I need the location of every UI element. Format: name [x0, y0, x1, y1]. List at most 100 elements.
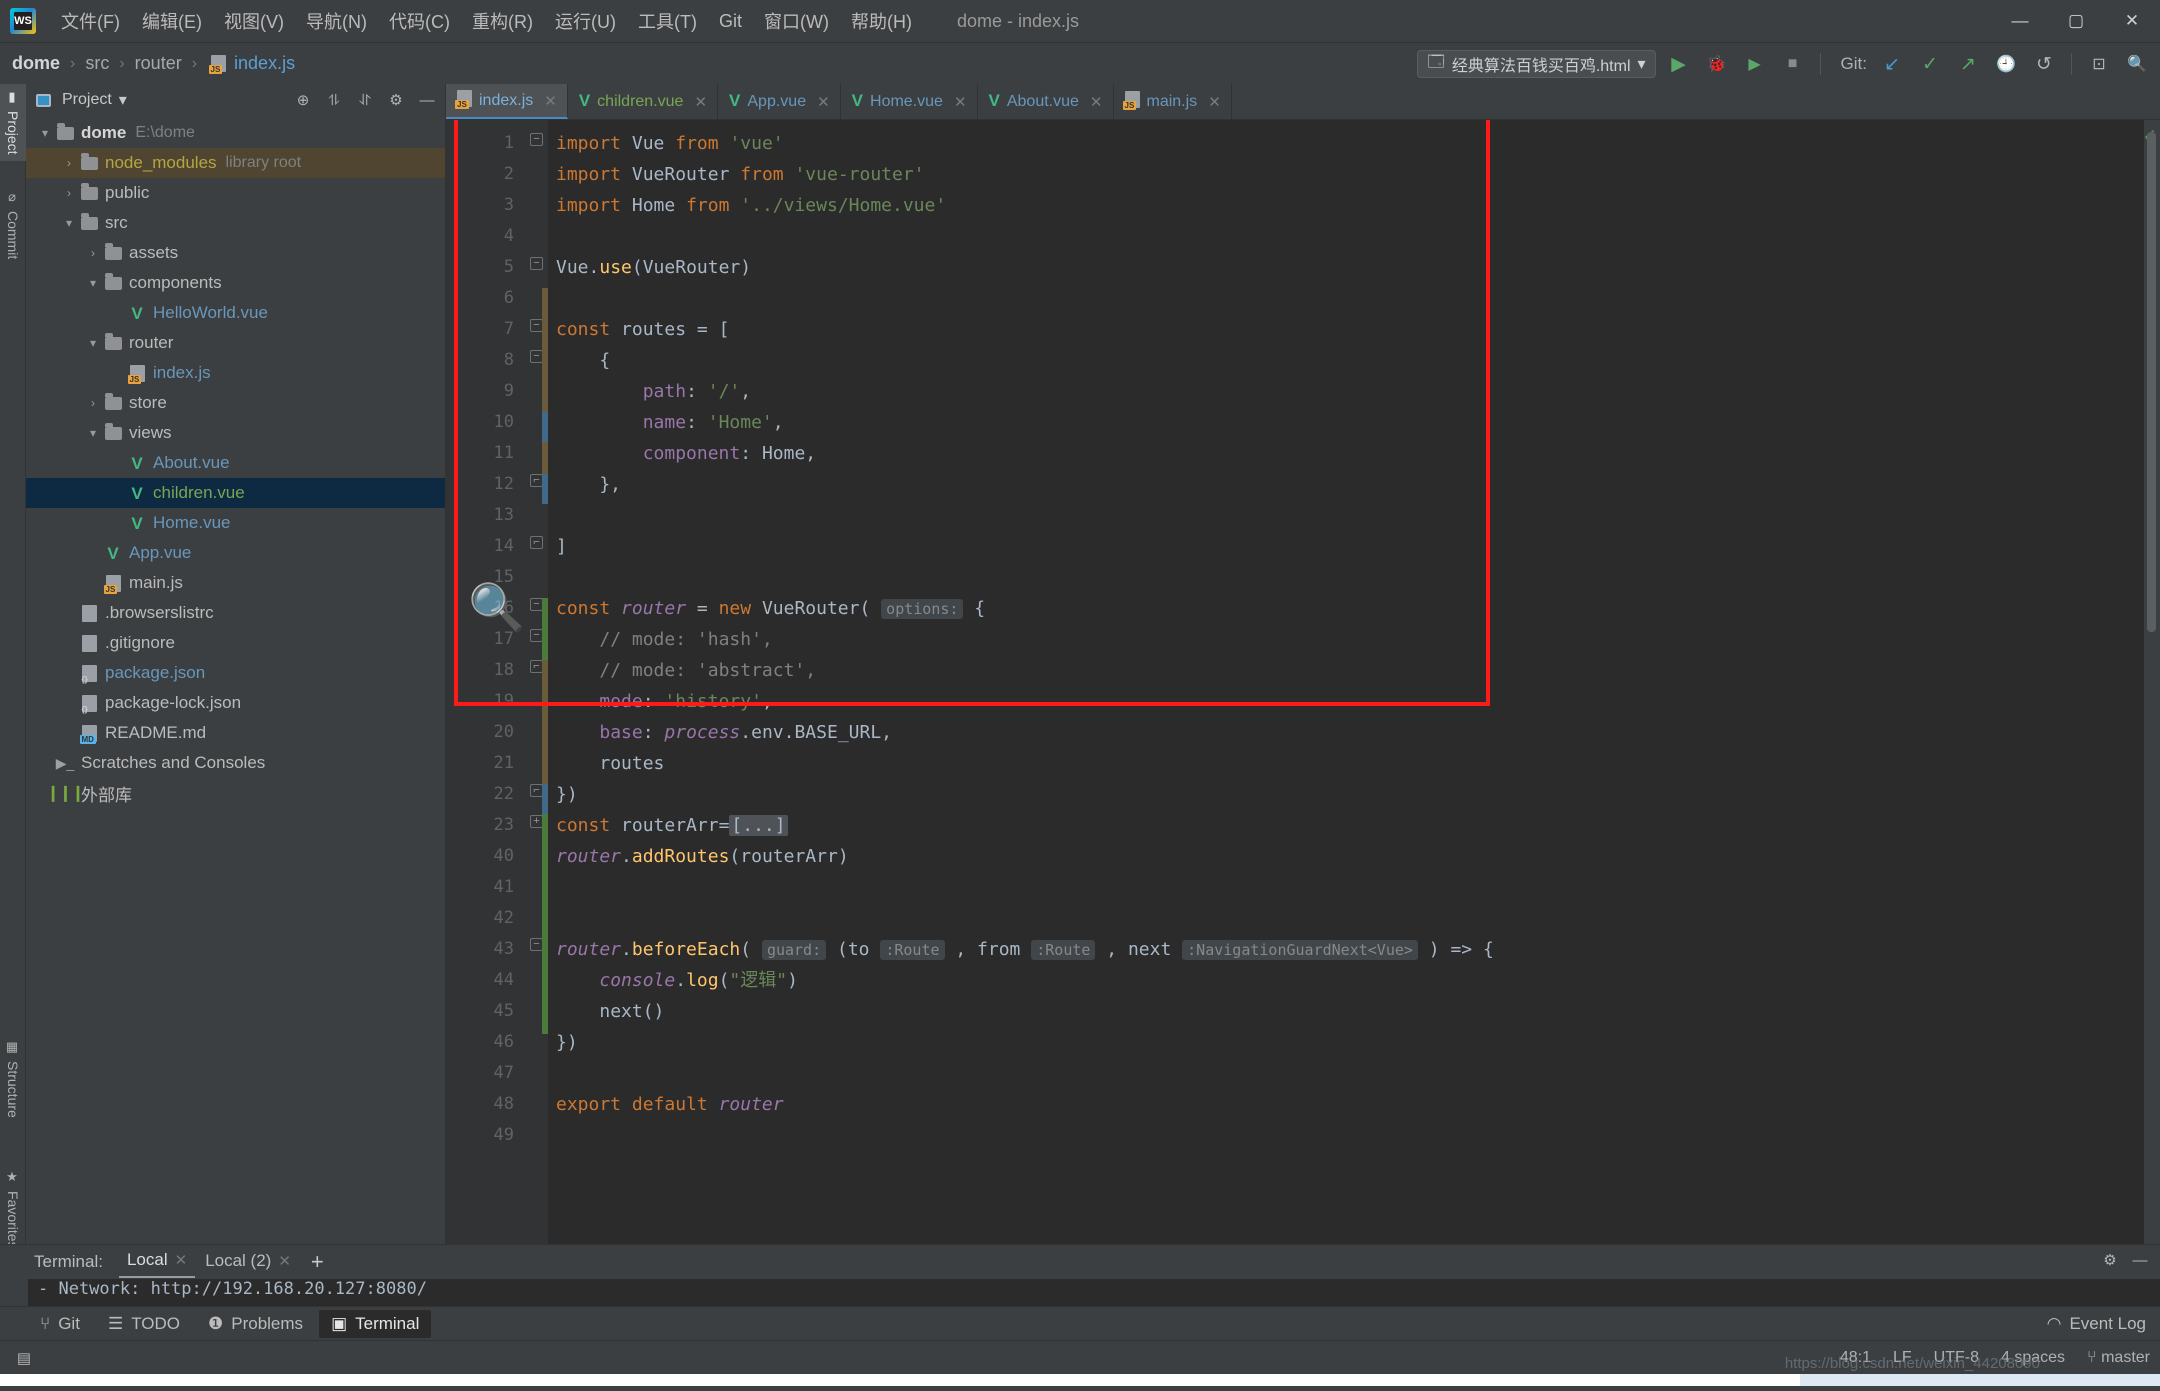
editor-tab-about-vue[interactable]: V About.vue ✕ [978, 84, 1114, 119]
code-line[interactable]: router.beforeEach( guard: (to :Route , f… [548, 934, 2144, 965]
code-line[interactable]: path: '/', [548, 376, 2144, 407]
menu-file[interactable]: 文件(F) [50, 5, 131, 37]
code-line[interactable]: }, [548, 469, 2144, 500]
tree-node-components[interactable]: ▾ components [26, 268, 445, 298]
tree-node-home-vue[interactable]: ›VHome.vue [26, 508, 445, 538]
code-line[interactable]: mode: 'history', [548, 686, 2144, 717]
chevron-right-icon[interactable]: › [84, 396, 102, 410]
code-line[interactable]: Vue.use(VueRouter) [548, 252, 2144, 283]
code-line[interactable]: import VueRouter from 'vue-router' [548, 159, 2144, 190]
code-line[interactable] [548, 872, 2144, 903]
menu-refactor[interactable]: 重构(R) [461, 5, 544, 37]
debug-icon[interactable]: 🐞 [1702, 50, 1732, 78]
run-icon[interactable]: ▶ [1664, 50, 1694, 78]
code-line[interactable] [548, 903, 2144, 934]
code-line[interactable] [548, 1120, 2144, 1151]
breadcrumb-segment-router[interactable]: router [135, 53, 182, 74]
select-opened-file-icon[interactable]: ⊕ [291, 88, 315, 112]
settings-gear-icon[interactable]: ⚙ [2098, 1248, 2122, 1272]
menu-code[interactable]: 代码(C) [378, 5, 461, 37]
code-line[interactable] [548, 221, 2144, 252]
code-line[interactable]: base: process.env.BASE_URL, [548, 717, 2144, 748]
code-line[interactable]: routes [548, 748, 2144, 779]
run-configuration-selector[interactable]: 🗔 经典算法百钱买百鸡.html ▾ [1417, 50, 1656, 78]
chevron-right-icon[interactable]: › [60, 156, 78, 170]
tree-node-helloworld-vue[interactable]: ›VHelloWorld.vue [26, 298, 445, 328]
maximize-button[interactable]: ▢ [2048, 0, 2104, 42]
code-line[interactable] [548, 283, 2144, 314]
tree-node--browserslistrc[interactable]: ›.browserslistrc [26, 598, 445, 628]
code-editor[interactable]: import Vue from 'vue' import VueRouter fr… [548, 120, 2144, 1244]
tree-node-public[interactable]: › public [26, 178, 445, 208]
git-history-icon[interactable]: 🕘 [1991, 50, 2021, 78]
editor-tab-home-vue[interactable]: V Home.vue ✕ [841, 84, 978, 119]
tree-node--[interactable]: ›❙❙❙外部库 [26, 778, 445, 808]
scrollbar-thumb[interactable] [2147, 132, 2156, 632]
code-line[interactable]: component: Home, [548, 438, 2144, 469]
tree-node-src[interactable]: ▾ src [26, 208, 445, 238]
project-tree[interactable]: ▾ dome E:\dome › node_modules library root › pu… [26, 116, 445, 1244]
settings-gear-icon[interactable]: ⚙ [384, 88, 408, 112]
close-icon[interactable]: ✕ [1090, 93, 1103, 111]
code-line[interactable]: router.addRoutes(routerArr) [548, 841, 2144, 872]
git-branch-widget[interactable]: ⑂ master [2087, 1349, 2150, 1367]
collapse-all-icon[interactable]: ⥯ [353, 88, 377, 112]
code-line[interactable]: export default router [548, 1089, 2144, 1120]
code-line[interactable]: const routes = [ [548, 314, 2144, 345]
editor-tab-app-vue[interactable]: V App.vue ✕ [718, 84, 841, 119]
menu-edit[interactable]: 编辑(E) [131, 5, 213, 37]
editor-scrollbar[interactable]: ✓ [2143, 120, 2160, 1244]
breadcrumb-segment-src[interactable]: src [85, 53, 109, 74]
tool-tab-commit[interactable]: ⌀ Commit [0, 184, 26, 265]
breadcrumb-file[interactable]: index.js [234, 53, 295, 74]
stop-icon[interactable]: ■ [1778, 50, 1808, 78]
tree-node-readme-md[interactable]: ›README.md [26, 718, 445, 748]
close-icon[interactable]: ✕ [817, 93, 830, 111]
bottom-tab-problems[interactable]: ❶ Problems [196, 1310, 315, 1338]
code-line[interactable]: name: 'Home', [548, 407, 2144, 438]
code-folding-column[interactable]: − − − − ⌐ ⌐ − − ⌐ ⌐ + − [524, 120, 548, 1244]
code-line[interactable]: import Vue from 'vue' [548, 128, 2144, 159]
tree-node-assets[interactable]: › assets [26, 238, 445, 268]
menu-run[interactable]: 运行(U) [544, 5, 627, 37]
code-line[interactable] [548, 1058, 2144, 1089]
close-icon[interactable]: ✕ [954, 93, 967, 111]
search-everywhere-icon[interactable]: 🔍 [2122, 50, 2152, 78]
close-icon[interactable]: ✕ [1208, 93, 1221, 111]
code-line[interactable]: import Home from '../views/Home.vue' [548, 190, 2144, 221]
tree-node-package-json[interactable]: ›package.json [26, 658, 445, 688]
bottom-tab-todo[interactable]: ☰ TODO [96, 1310, 192, 1338]
menu-window[interactable]: 窗口(W) [753, 5, 840, 37]
menu-tools[interactable]: 工具(T) [627, 5, 708, 37]
hide-window-icon[interactable]: ⊡ [2084, 50, 2114, 78]
code-line[interactable]: // mode: 'hash', [548, 624, 2144, 655]
chevron-down-icon[interactable]: ▾ [84, 426, 102, 440]
tool-tab-structure[interactable]: ▦ Structure [0, 1034, 26, 1124]
git-rollback-icon[interactable]: ↺ [2029, 50, 2059, 78]
event-log-button[interactable]: ◠ Event Log [2047, 1314, 2146, 1334]
new-terminal-tab-button[interactable]: + [301, 1249, 334, 1275]
bottom-tab-terminal[interactable]: ▣ Terminal [319, 1309, 432, 1338]
chevron-down-icon[interactable]: ▾ [84, 336, 102, 350]
terminal-tab-local-2[interactable]: Local (2) ✕ [197, 1247, 299, 1277]
minimize-button[interactable]: — [1992, 0, 2048, 42]
tree-node-router[interactable]: ▾ router [26, 328, 445, 358]
tree-node-scratches-and-consoles[interactable]: ›▶_Scratches and Consoles [26, 748, 445, 778]
tree-node-index-js[interactable]: ›index.js [26, 358, 445, 388]
menu-view[interactable]: 视图(V) [213, 5, 295, 37]
git-commit-icon[interactable]: ✓ [1915, 50, 1945, 78]
editor-tab-index-js[interactable]: index.js ✕ [446, 84, 568, 119]
chevron-down-icon[interactable]: ▾ [84, 276, 102, 290]
chevron-right-icon[interactable]: › [84, 246, 102, 260]
bottom-tab-git[interactable]: ⑂ Git [28, 1310, 92, 1338]
expand-all-icon[interactable]: ⥮ [322, 88, 346, 112]
close-icon[interactable]: ✕ [544, 92, 557, 110]
menu-git[interactable]: Git [708, 8, 753, 35]
terminal-tab-local[interactable]: Local ✕ [118, 1246, 196, 1278]
menu-help[interactable]: 帮助(H) [840, 5, 923, 37]
code-line[interactable]: next() [548, 996, 2144, 1027]
editor-tab-children-vue[interactable]: Vchildren.vue ✕ [568, 84, 719, 119]
editor-tab-bar[interactable]: index.js ✕ Vchildren.vue ✕ V App.vue ✕ V Home.vu… [446, 84, 2160, 120]
tree-node-package-lock-json[interactable]: ›package-lock.json [26, 688, 445, 718]
chevron-down-icon[interactable]: ▾ [119, 90, 127, 110]
